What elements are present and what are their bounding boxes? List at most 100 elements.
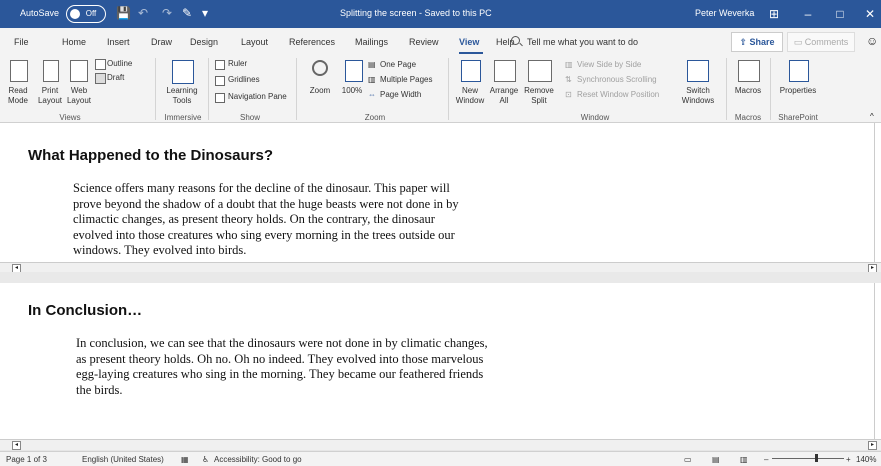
draft-button[interactable]: Draft <box>107 73 124 82</box>
tab-mailings[interactable]: Mailings <box>355 37 388 47</box>
learning-tools-icon <box>172 60 194 84</box>
accessibility-icon: ♿ <box>202 455 210 464</box>
sync-scroll-button[interactable]: Synchronous Scrolling <box>577 75 657 84</box>
group-immersive-label: Immersive <box>164 113 202 122</box>
arrange-all-button[interactable]: Arrange All <box>488 86 520 106</box>
zoom-level[interactable]: 140% <box>856 455 876 464</box>
tab-design[interactable]: Design <box>190 37 218 47</box>
page-count[interactable]: Page 1 of 3 <box>6 455 47 464</box>
one-page-button[interactable]: One Page <box>380 60 416 69</box>
multiple-pages-button[interactable]: Multiple Pages <box>380 75 432 84</box>
group-sharepoint-label: SharePoint <box>778 113 818 122</box>
split-bar[interactable] <box>0 272 881 283</box>
redo-icon[interactable]: ↷ <box>162 6 172 20</box>
tell-me-search[interactable]: Tell me what you want to do <box>527 37 638 47</box>
document-pane-bottom[interactable]: In Conclusion… In conclusion, we can see… <box>0 283 874 439</box>
horizontal-scrollbar-bottom[interactable]: ◂ ▸ <box>0 439 881 450</box>
search-icon[interactable] <box>511 36 520 45</box>
group-separator <box>726 58 727 120</box>
group-separator <box>296 58 297 120</box>
language-indicator[interactable]: English (United States) <box>82 455 164 464</box>
tab-home[interactable]: Home <box>62 37 86 47</box>
active-tab-indicator <box>459 52 483 54</box>
zoom-slider-thumb[interactable] <box>815 454 818 462</box>
group-zoom-label: Zoom <box>364 113 386 122</box>
tab-file[interactable]: File <box>14 37 29 47</box>
close-icon[interactable]: ✕ <box>856 4 881 24</box>
customize-qat-icon[interactable]: ▾ <box>202 6 208 20</box>
feedback-smiley-icon[interactable]: ☺ <box>866 34 878 48</box>
group-show-label: Show <box>239 113 260 122</box>
multiple-pages-icon: ▥ <box>368 75 376 84</box>
autosave-toggle[interactable]: Off <box>66 5 106 23</box>
tab-review[interactable]: Review <box>409 37 439 47</box>
read-mode-button[interactable]: Read Mode <box>0 86 36 106</box>
ruler-label: Ruler <box>228 59 248 68</box>
accessibility-status[interactable]: Accessibility: Good to go <box>214 455 302 464</box>
vertical-scrollbar-top[interactable] <box>874 123 881 263</box>
vertical-scrollbar-bottom[interactable] <box>874 283 881 439</box>
body-line: the birds. <box>76 382 123 397</box>
new-window-button[interactable]: New Window <box>452 86 488 106</box>
macros-button[interactable]: Macros <box>728 86 768 96</box>
zoom-icon <box>312 60 328 76</box>
navigation-pane-checkbox[interactable] <box>215 93 225 103</box>
print-layout-view-icon[interactable]: ▤ <box>712 455 720 464</box>
outline-button[interactable]: Outline <box>107 59 132 68</box>
new-window-icon <box>461 60 481 82</box>
title-bar: AutoSave Off 💾 ↶ ↷ ✎ ▾ Splitting the scr… <box>0 0 881 28</box>
switch-windows-icon <box>687 60 709 82</box>
toggle-knob <box>70 9 80 19</box>
zoom-out-icon[interactable]: – <box>764 455 768 464</box>
tab-draw[interactable]: Draw <box>151 37 172 47</box>
scroll-left-icon[interactable]: ◂ <box>12 441 21 450</box>
minimize-icon[interactable]: – <box>794 4 822 24</box>
print-layout-button[interactable]: Print Layout <box>36 86 64 106</box>
ribbon-display-icon[interactable]: ⊞ <box>760 4 788 24</box>
read-mode-view-icon[interactable]: ▭ <box>684 455 692 464</box>
gridlines-checkbox[interactable] <box>215 76 225 86</box>
save-icon[interactable]: 💾 <box>116 6 131 20</box>
document-pane-top[interactable]: What Happened to the Dinosaurs? Science … <box>0 123 874 263</box>
group-separator <box>770 58 771 120</box>
zoom-slider[interactable] <box>772 458 844 459</box>
body-line: Science offers many reasons for the decl… <box>73 181 450 195</box>
zoom-100-button[interactable]: 100% <box>338 86 366 96</box>
scroll-right-icon[interactable]: ▸ <box>868 441 877 450</box>
body-line: climactic changes, as present theory hol… <box>73 212 435 226</box>
comments-label: Comments <box>804 37 849 47</box>
reset-window-button[interactable]: Reset Window Position <box>577 90 659 99</box>
view-side-by-side-button[interactable]: View Side by Side <box>577 60 641 69</box>
learning-tools-button[interactable]: Learning Tools <box>160 86 204 106</box>
pane-top-body: Science offers many reasons for the decl… <box>73 181 459 259</box>
zoom-button[interactable]: Zoom <box>306 86 334 96</box>
remove-split-button[interactable]: Remove Split <box>522 86 556 106</box>
maximize-icon[interactable]: □ <box>826 4 854 24</box>
page-width-button[interactable]: Page Width <box>380 90 421 99</box>
pane-bottom-heading: In Conclusion… <box>28 302 143 319</box>
switch-windows-button[interactable]: Switch Windows <box>678 86 718 106</box>
pane-bottom-body: In conclusion, we can see that the dinos… <box>76 336 488 398</box>
tab-references[interactable]: References <box>289 37 335 47</box>
web-layout-view-icon[interactable]: ▥ <box>740 455 748 464</box>
group-macros-label: Macros <box>734 113 762 122</box>
share-label: Share <box>749 37 775 47</box>
tab-insert[interactable]: Insert <box>107 37 130 47</box>
properties-button[interactable]: Properties <box>774 86 822 96</box>
share-button[interactable]: ⇪ Share <box>731 32 783 52</box>
tab-layout[interactable]: Layout <box>241 37 268 47</box>
tab-view[interactable]: View <box>459 37 479 47</box>
comment-icon: ▭ <box>793 37 805 47</box>
user-name[interactable]: Peter Weverka <box>695 8 754 18</box>
zoom-in-icon[interactable]: + <box>846 455 851 464</box>
web-layout-button[interactable]: Web Layout <box>64 86 94 106</box>
comments-button[interactable]: ▭ Comments <box>787 32 855 52</box>
ribbon: Read Mode Print Layout Web Layout Outlin… <box>0 56 881 123</box>
body-line: prove beyond the shadow of a doubt that … <box>73 196 459 211</box>
touch-mode-icon[interactable]: ✎ <box>182 6 192 20</box>
undo-icon[interactable]: ↶ <box>138 6 148 20</box>
ruler-checkbox[interactable] <box>215 60 225 70</box>
collapse-ribbon-icon[interactable]: ^ <box>870 112 874 121</box>
web-layout-icon <box>70 60 88 82</box>
proofing-icon[interactable]: ▦ <box>181 455 189 464</box>
